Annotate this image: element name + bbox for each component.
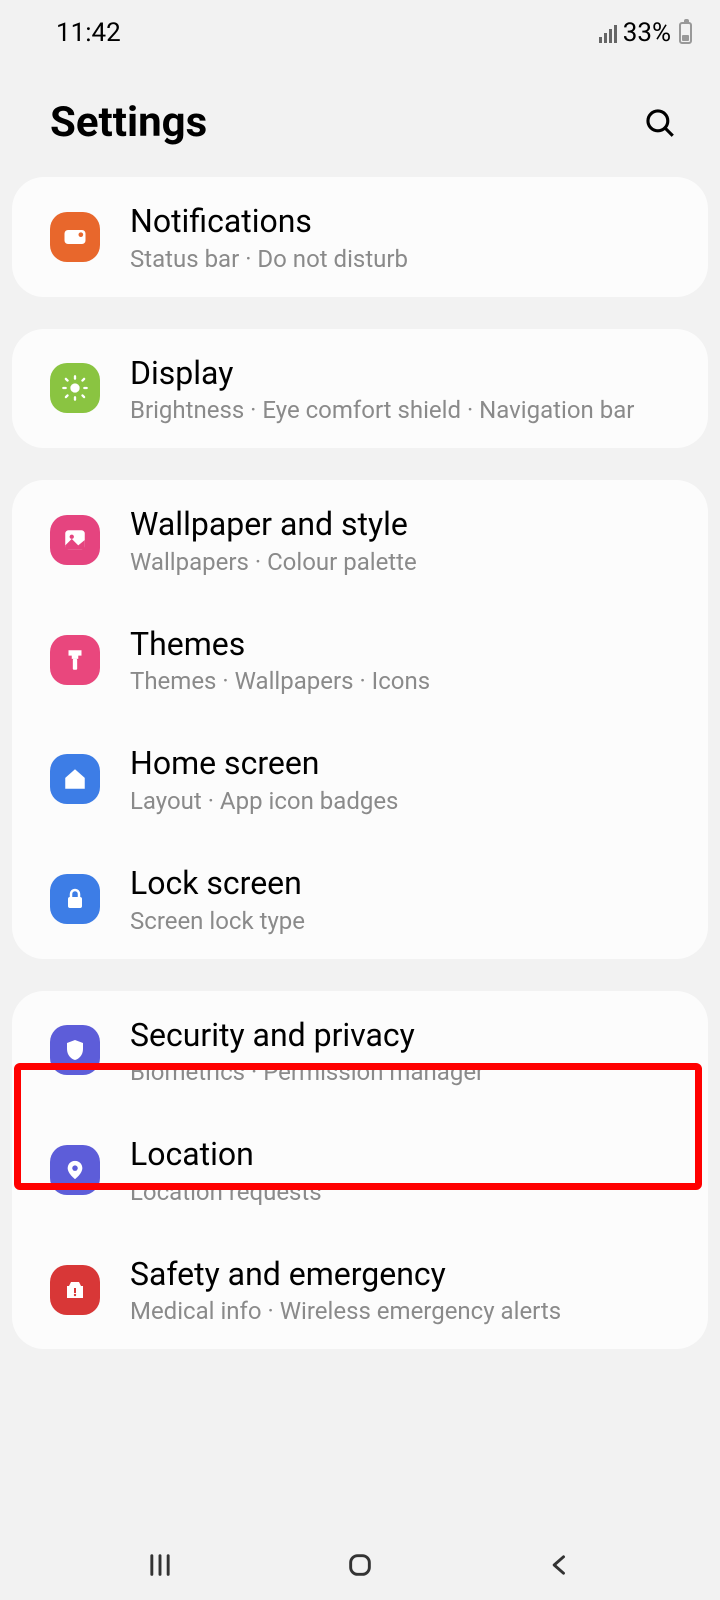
home-button[interactable] (320, 1545, 400, 1585)
item-title: Safety and emergency (130, 1254, 678, 1296)
shield-icon (50, 1025, 100, 1075)
item-subtitle: Location requests (130, 1178, 678, 1206)
item-text: Location Location requests (130, 1134, 678, 1206)
settings-item-security[interactable]: Security and privacy Biometrics · Permis… (12, 991, 708, 1111)
battery-icon (679, 22, 692, 44)
settings-item-themes[interactable]: Themes Themes · Wallpapers · Icons (12, 600, 708, 720)
search-icon (643, 106, 677, 140)
item-text: Wallpaper and style Wallpapers · Colour … (130, 504, 678, 576)
signal-icon (599, 23, 617, 43)
page-title: Settings (50, 98, 207, 147)
lock-icon (50, 874, 100, 924)
themes-icon (50, 635, 100, 685)
item-text: Notifications Status bar · Do not distur… (130, 201, 678, 273)
item-text: Themes Themes · Wallpapers · Icons (130, 624, 678, 696)
navigation-bar (0, 1530, 720, 1600)
settings-item-safety[interactable]: Safety and emergency Medical info · Wire… (12, 1230, 708, 1350)
item-subtitle: Layout · App icon badges (130, 787, 678, 815)
status-time: 11:42 (56, 18, 121, 48)
settings-group: Wallpaper and style Wallpapers · Colour … (12, 480, 708, 958)
item-title: Display (130, 353, 678, 395)
item-text: Display Brightness · Eye comfort shield … (130, 353, 678, 425)
notifications-icon (50, 212, 100, 262)
item-subtitle: Themes · Wallpapers · Icons (130, 667, 678, 695)
item-subtitle: Brightness · Eye comfort shield · Naviga… (130, 396, 678, 424)
status-right: 33% (599, 18, 692, 48)
item-title: Location (130, 1134, 678, 1176)
settings-item-notifications[interactable]: Notifications Status bar · Do not distur… (12, 177, 708, 297)
item-title: Security and privacy (130, 1015, 678, 1057)
item-subtitle: Status bar · Do not disturb (130, 245, 678, 273)
item-text: Lock screen Screen lock type (130, 863, 678, 935)
item-title: Notifications (130, 201, 678, 243)
settings-list: Notifications Status bar · Do not distur… (0, 177, 720, 1349)
settings-item-wallpaper[interactable]: Wallpaper and style Wallpapers · Colour … (12, 480, 708, 600)
wallpaper-icon (50, 515, 100, 565)
item-title: Wallpaper and style (130, 504, 678, 546)
settings-group: Security and privacy Biometrics · Permis… (12, 991, 708, 1350)
settings-item-location[interactable]: Location Location requests (12, 1110, 708, 1230)
item-title: Home screen (130, 743, 678, 785)
emergency-icon (50, 1265, 100, 1315)
search-button[interactable] (640, 103, 680, 143)
settings-item-lockscreen[interactable]: Lock screen Screen lock type (12, 839, 708, 959)
battery-percent: 33% (623, 18, 671, 48)
home-nav-icon (346, 1551, 374, 1579)
item-text: Security and privacy Biometrics · Permis… (130, 1015, 678, 1087)
item-title: Themes (130, 624, 678, 666)
item-subtitle: Biometrics · Permission manager (130, 1058, 678, 1086)
settings-group: Notifications Status bar · Do not distur… (12, 177, 708, 297)
location-icon (50, 1145, 100, 1195)
item-text: Home screen Layout · App icon badges (130, 743, 678, 815)
back-icon (546, 1551, 574, 1579)
home-icon (50, 754, 100, 804)
settings-item-homescreen[interactable]: Home screen Layout · App icon badges (12, 719, 708, 839)
item-subtitle: Medical info · Wireless emergency alerts (130, 1297, 678, 1325)
recents-icon (146, 1551, 174, 1579)
item-subtitle: Wallpapers · Colour palette (130, 548, 678, 576)
item-subtitle: Screen lock type (130, 907, 678, 935)
display-icon (50, 363, 100, 413)
item-title: Lock screen (130, 863, 678, 905)
recents-button[interactable] (120, 1545, 200, 1585)
back-button[interactable] (520, 1545, 600, 1585)
settings-item-display[interactable]: Display Brightness · Eye comfort shield … (12, 329, 708, 449)
header: Settings (0, 58, 720, 177)
item-text: Safety and emergency Medical info · Wire… (130, 1254, 678, 1326)
status-bar: 11:42 33% (0, 0, 720, 58)
settings-group: Display Brightness · Eye comfort shield … (12, 329, 708, 449)
